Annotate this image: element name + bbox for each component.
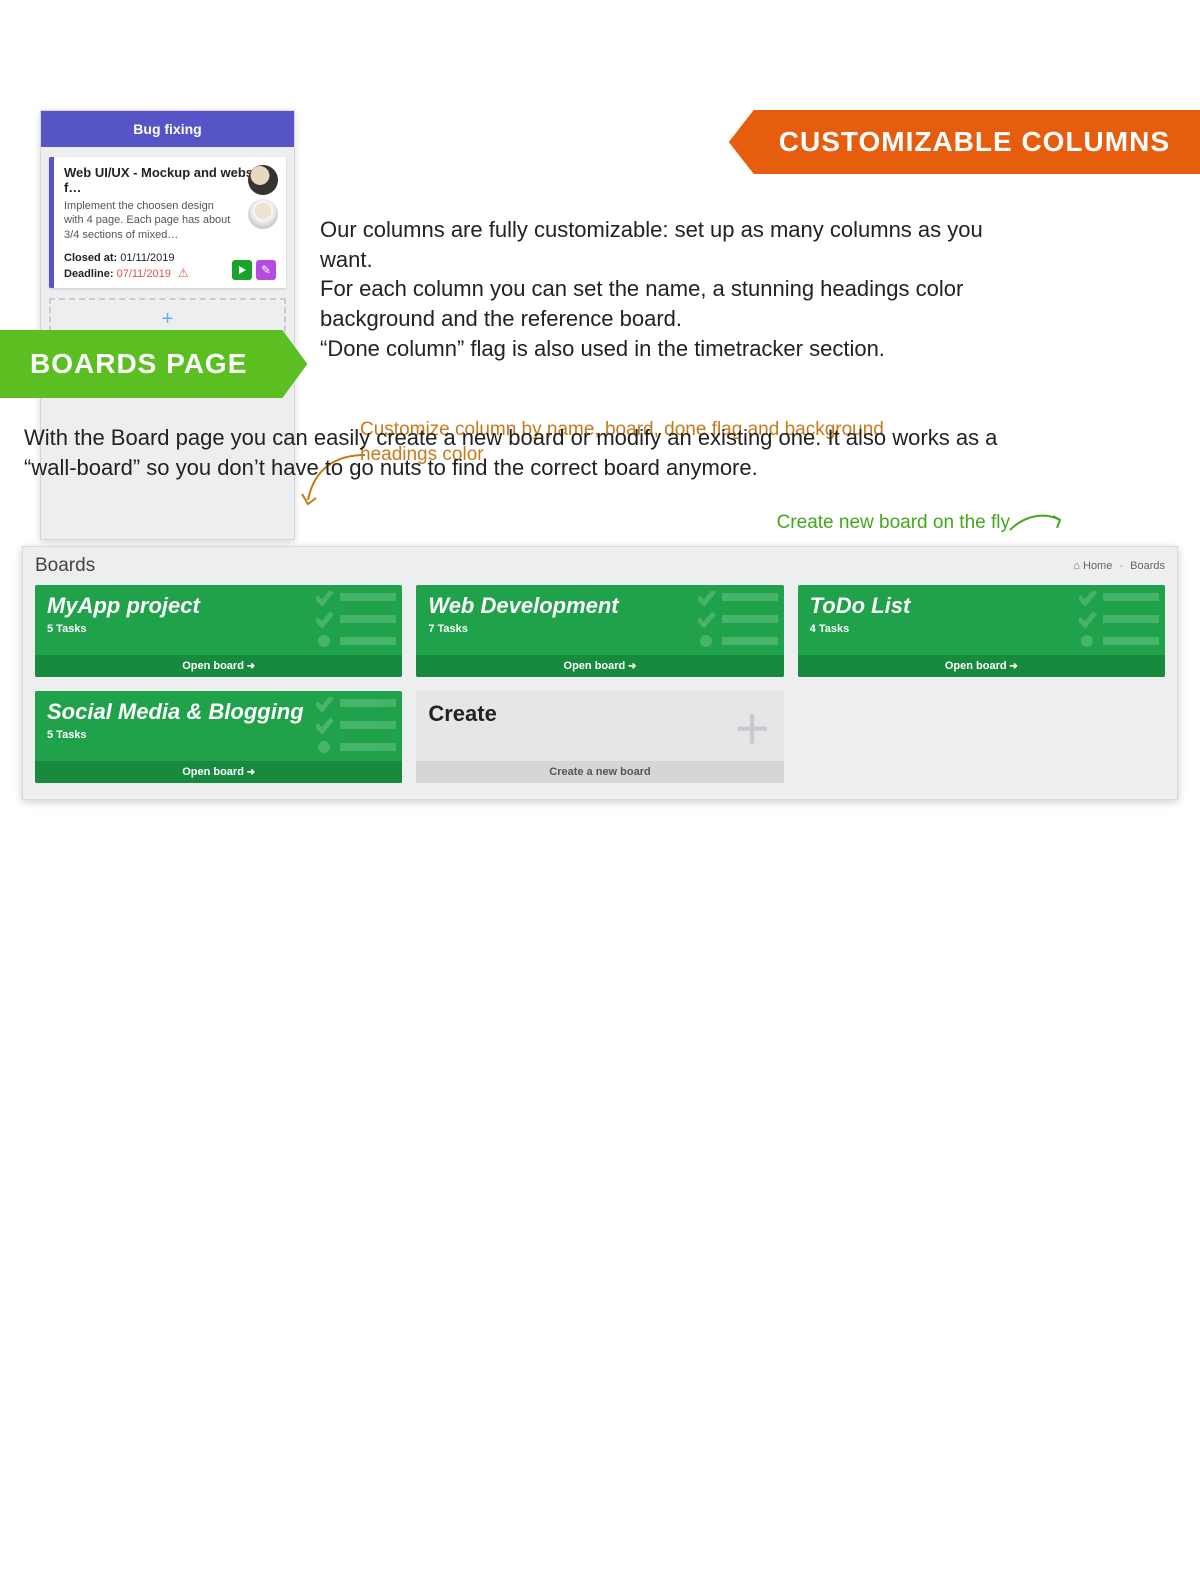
column-title: Bug fixing xyxy=(133,121,201,137)
badge-text: BOARDS PAGE xyxy=(30,348,247,379)
open-board-label: Open board xyxy=(945,660,1007,672)
create-board-card[interactable]: + Create Create a new board xyxy=(416,691,783,783)
play-button[interactable] xyxy=(232,260,252,280)
warning-icon: ⚠ xyxy=(178,266,189,280)
badge-text: CUSTOMIZABLE COLUMNS xyxy=(779,126,1170,157)
customizable-columns-section: CUSTOMIZABLE COLUMNS Bug fixing Web UI/U… xyxy=(0,0,1200,290)
open-board-label: Open board xyxy=(182,766,244,778)
create-title: Create xyxy=(428,701,771,727)
board-card[interactable]: ToDo List 4 Tasks Open board xyxy=(798,585,1165,677)
checklist-icon xyxy=(698,591,778,651)
breadcrumb: ⌂ Home - Boards xyxy=(1073,560,1165,572)
avatar xyxy=(248,165,278,195)
checklist-icon xyxy=(316,697,396,757)
deadline-label: Deadline: xyxy=(64,268,114,280)
checklist-icon xyxy=(316,591,396,651)
column-header[interactable]: Bug fixing xyxy=(41,111,294,147)
breadcrumb-separator: - xyxy=(1119,560,1123,572)
open-board-label: Open board xyxy=(182,660,244,672)
task-title: Web UI/UX - Mockup and website f… xyxy=(64,165,276,195)
open-board-button[interactable]: Open board xyxy=(35,761,402,783)
section-badge-customizable-columns: CUSTOMIZABLE COLUMNS xyxy=(729,110,1200,174)
arrow-right-icon xyxy=(244,660,255,672)
task-actions: ✎ xyxy=(232,260,276,280)
board-card[interactable]: MyApp project 5 Tasks Open board xyxy=(35,585,402,677)
arrow-right-icon xyxy=(1007,660,1018,672)
arrow-icon xyxy=(1005,510,1065,540)
closed-value: 01/11/2019 xyxy=(120,252,174,264)
create-footer-label: Create a new board xyxy=(549,766,650,778)
task-description: Implement the choosen design with 4 page… xyxy=(64,199,234,242)
dashboard-icon: ⌂ xyxy=(1073,560,1080,572)
section2-paragraph: With the Board page you can easily creat… xyxy=(24,423,1024,482)
closed-label: Closed at: xyxy=(64,252,117,264)
breadcrumb-current: Boards xyxy=(1130,560,1165,572)
open-board-button[interactable]: Open board xyxy=(416,655,783,677)
edit-button[interactable]: ✎ xyxy=(256,260,276,280)
boards-page-section: BOARDS PAGE With the Board page you can … xyxy=(0,290,1200,800)
breadcrumb-home[interactable]: Home xyxy=(1083,560,1112,572)
avatar xyxy=(248,199,278,229)
arrow-right-icon xyxy=(625,660,636,672)
board-card[interactable]: Social Media & Blogging 5 Tasks Open boa… xyxy=(35,691,402,783)
open-board-button[interactable]: Open board xyxy=(798,655,1165,677)
checklist-icon xyxy=(1079,591,1159,651)
arrow-right-icon xyxy=(244,766,255,778)
plus-icon: + xyxy=(735,699,770,759)
boards-header: Boards ⌂ Home - Boards xyxy=(35,555,1165,577)
create-board-button[interactable]: Create a new board xyxy=(416,761,783,783)
task-avatars xyxy=(248,165,278,233)
section2-caption: Create new board on the fly xyxy=(0,512,1010,534)
boards-title: Boards xyxy=(35,555,95,577)
section-badge-boards-page: BOARDS PAGE xyxy=(0,330,307,398)
board-card[interactable]: Web Development 7 Tasks Open board xyxy=(416,585,783,677)
board-grid: MyApp project 5 Tasks Open board Web Dev… xyxy=(35,585,1165,783)
deadline-value: 07/11/2019 xyxy=(117,268,171,280)
task-card[interactable]: Web UI/UX - Mockup and website f… Implem… xyxy=(49,157,286,288)
open-board-button[interactable]: Open board xyxy=(35,655,402,677)
open-board-label: Open board xyxy=(564,660,626,672)
boards-panel: Boards ⌂ Home - Boards MyApp project 5 T… xyxy=(22,546,1178,800)
